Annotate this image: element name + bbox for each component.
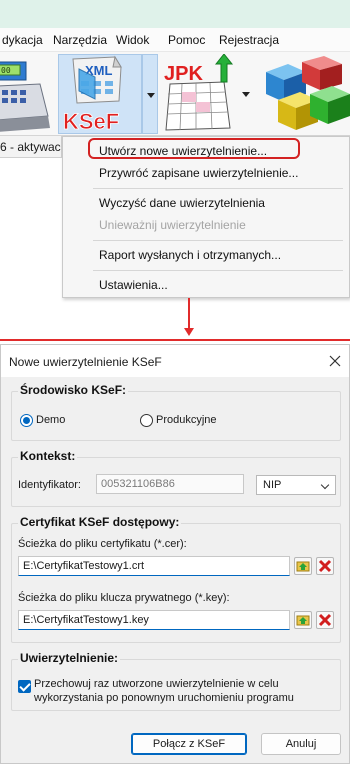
cancel-button[interactable]: Anuluj bbox=[261, 733, 341, 755]
jpk-button[interactable]: JPK bbox=[162, 53, 238, 134]
cert-group-title: Certyfikat KSeF dostępowy: bbox=[18, 515, 182, 529]
menu-widok[interactable]: Widok bbox=[116, 33, 149, 47]
ksef-xml-icon: XML KSeF bbox=[63, 55, 122, 134]
status-text: 6 - aktywac bbox=[0, 140, 61, 154]
menu-item-report[interactable]: Raport wysłanych i otrzymanych... bbox=[99, 248, 281, 262]
radio-demo[interactable] bbox=[20, 414, 33, 427]
ksef-dropdown-menu: Utwórz nowe uwierzytelnienie... Przywróć… bbox=[62, 136, 350, 298]
connector-line bbox=[188, 298, 190, 328]
folder-up-icon bbox=[296, 561, 310, 572]
close-icon bbox=[329, 355, 341, 367]
key-path-input[interactable]: E:\CertyfikatTestowy1.key bbox=[18, 610, 290, 630]
menu-rejestracja[interactable]: Rejestracja bbox=[219, 33, 279, 47]
menu-separator bbox=[93, 188, 343, 189]
radio-demo-label[interactable]: Demo bbox=[36, 414, 65, 426]
menu-item-restore-auth[interactable]: Przywróć zapisane uwierzytelnienie... bbox=[99, 166, 298, 180]
ksef-logo-text: KSeF bbox=[63, 109, 119, 133]
connector-arrowhead bbox=[184, 328, 194, 336]
cert-group: Certyfikat KSeF dostępowy: Ścieżka do pl… bbox=[11, 515, 341, 643]
menu-edycja[interactable]: dykacja bbox=[2, 33, 43, 47]
context-group-title: Kontekst: bbox=[18, 449, 78, 463]
ksef-dropdown-arrow[interactable] bbox=[142, 54, 158, 134]
identifier-type-select[interactable]: NIP bbox=[256, 475, 336, 495]
jpk-logo-text: JPK bbox=[164, 63, 203, 85]
browse-key-button[interactable] bbox=[294, 611, 312, 629]
svg-text:00: 00 bbox=[1, 66, 11, 75]
menu-bar: dykacja Narzędzia Widok Pomoc Rejestracj… bbox=[0, 28, 350, 52]
clear-cert-button[interactable] bbox=[316, 557, 334, 575]
cert-path-label: Ścieżka do pliku certyfikatu (*.cer): bbox=[18, 538, 187, 550]
jpk-dropdown-arrow[interactable] bbox=[238, 54, 254, 134]
radio-production[interactable] bbox=[140, 414, 153, 427]
menu-item-settings[interactable]: Ustawienia... bbox=[99, 278, 168, 292]
menu-pomoc[interactable]: Pomoc bbox=[168, 33, 205, 47]
radio-production-label[interactable]: Produkcyjne bbox=[156, 414, 217, 426]
identifier-field[interactable]: 005321106B86 bbox=[96, 474, 244, 494]
cash-register-icon: 00 bbox=[0, 61, 50, 132]
context-group: Kontekst: Identyfikator: 005321106B86 NI… bbox=[11, 449, 341, 507]
env-group-title: Środowisko KSeF: bbox=[18, 383, 129, 397]
ksef-button[interactable]: XML KSeF bbox=[58, 54, 142, 134]
menu-item-clear-auth[interactable]: Wyczyść dane uwierzytelnienia bbox=[99, 196, 265, 210]
status-line: 6 - aktywac bbox=[0, 136, 62, 158]
cash-register-button[interactable]: 00 bbox=[0, 54, 52, 134]
delete-x-icon bbox=[318, 613, 332, 627]
persist-auth-label[interactable]: Przechowuj raz utworzone uwierzytelnieni… bbox=[34, 677, 324, 705]
menu-item-revoke-auth: Unieważnij uwierzytelnienie bbox=[99, 218, 246, 232]
browse-cert-button[interactable] bbox=[294, 557, 312, 575]
identifier-label: Identyfikator: bbox=[18, 479, 81, 491]
menu-separator bbox=[93, 270, 343, 271]
auth-group: Uwierzytelnienie: Przechowuj raz utworzo… bbox=[11, 651, 341, 711]
cubes-icon bbox=[266, 56, 350, 130]
data-cubes-button[interactable] bbox=[258, 54, 350, 134]
menu-separator bbox=[93, 240, 343, 241]
connect-ksef-button[interactable]: Połącz z KSeF bbox=[131, 733, 247, 755]
key-path-label: Ścieżka do pliku klucza prywatnego (*.ke… bbox=[18, 592, 230, 604]
auth-group-title: Uwierzytelnienie: bbox=[18, 651, 121, 665]
clear-key-button[interactable] bbox=[316, 611, 334, 629]
persist-auth-checkbox[interactable] bbox=[18, 680, 31, 693]
toolbar: 00 XML KSeF JPK bbox=[0, 52, 350, 136]
jpk-icon: JPK bbox=[164, 53, 234, 131]
delete-x-icon bbox=[318, 559, 332, 573]
dialog-title: Nowe uwierzytelnienie KSeF bbox=[9, 355, 162, 369]
close-button[interactable] bbox=[323, 349, 347, 373]
divider-line bbox=[0, 339, 350, 341]
cert-path-input[interactable]: E:\CertyfikatTestowy1.crt bbox=[18, 556, 290, 576]
folder-up-icon bbox=[296, 615, 310, 626]
new-auth-dialog: Nowe uwierzytelnienie KSeF Środowisko KS… bbox=[0, 344, 350, 764]
dialog-body: Środowisko KSeF: Demo Produkcyjne Kontek… bbox=[1, 377, 349, 763]
env-group: Środowisko KSeF: Demo Produkcyjne bbox=[11, 383, 341, 441]
highlight-frame bbox=[88, 138, 300, 159]
window-title-bar bbox=[0, 0, 350, 28]
menu-narzedzia[interactable]: Narzędzia bbox=[53, 33, 107, 47]
